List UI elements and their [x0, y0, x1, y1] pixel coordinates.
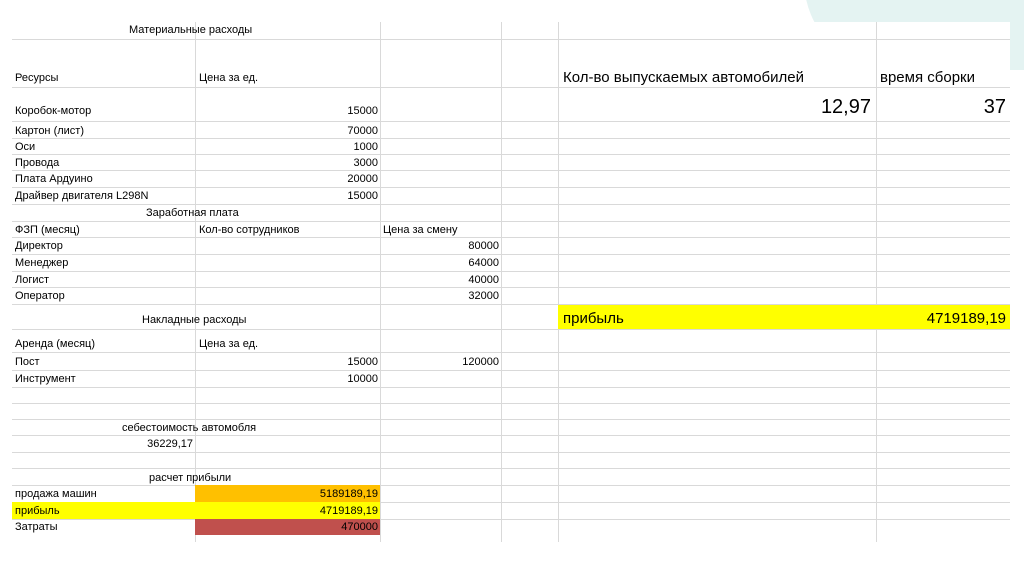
profit-value-right: 4719189,19 [926, 310, 1006, 327]
grid-row-line [12, 370, 1010, 371]
salary-value: 40000 [468, 274, 499, 286]
grid-row-line [12, 419, 1010, 420]
material-price: 15000 [347, 190, 378, 202]
salary-title: Заработная плата [146, 207, 239, 219]
material-price: 70000 [347, 125, 378, 137]
grid-row-line [12, 121, 1010, 122]
grid-column-line [195, 22, 196, 542]
profit-calc-value: 5189189,19 [319, 488, 378, 500]
overhead-extra: 120000 [462, 356, 499, 368]
overhead-price: 15000 [347, 356, 378, 368]
material-price: 1000 [353, 141, 378, 153]
profit-calc-value: 470000 [341, 521, 378, 533]
grid-row-line [12, 39, 1010, 40]
cars-count-label: Кол-во выпускаемых автомобилей [563, 69, 804, 86]
salary-name: Директор [15, 240, 63, 252]
grid-row-line [12, 435, 1010, 436]
grid-row-line [12, 468, 1010, 469]
grid-row-line [12, 352, 1010, 353]
salary-name: Оператор [15, 290, 65, 302]
col-resources: Ресурсы [15, 72, 59, 84]
salary-name: Менеджер [15, 257, 69, 269]
grid-row-line [12, 170, 1010, 171]
grid-row-line [12, 187, 1010, 188]
grid-row-line [12, 254, 1010, 255]
grid-row-line [12, 87, 1010, 88]
grid-column-line [558, 22, 559, 542]
col-fzp: ФЗП (месяц) [15, 224, 80, 236]
profit-label-right: прибыль [563, 310, 624, 327]
material-name: Драйвер двигателя L298N [15, 190, 149, 202]
grid-column-line [380, 22, 381, 542]
assembly-time-label: время сборки [880, 69, 975, 86]
salary-value: 64000 [468, 257, 499, 269]
assembly-time-value: 37 [983, 96, 1006, 118]
grid-row-line [12, 387, 1010, 388]
col-rent: Аренда (месяц) [15, 338, 96, 350]
salary-value: 80000 [468, 240, 499, 252]
grid-row-line [12, 403, 1010, 404]
grid-row-line [12, 519, 1010, 520]
profit-calc-value: 4719189,19 [319, 505, 378, 517]
material-name: Провода [15, 157, 60, 169]
material-price: 15000 [347, 105, 378, 117]
cars-count-value: 12,97 [820, 96, 871, 118]
salary-name: Логист [15, 274, 50, 286]
grid-row-line [12, 452, 1010, 453]
grid-row-line [12, 287, 1010, 288]
spreadsheet: Материальные расходы Ресурсы Цена за ед.… [12, 22, 1010, 542]
col-employee-count: Кол-во сотрудников [199, 224, 300, 236]
grid-row-line [12, 138, 1010, 139]
grid-column-line [501, 22, 502, 542]
grid-row-line [12, 271, 1010, 272]
col-shift-price: Цена за смену [383, 224, 458, 236]
grid-row-line [12, 329, 1010, 330]
overhead-name: Инструмент [15, 373, 76, 385]
grid-row-line [12, 204, 1010, 205]
col-price: Цена за ед. [199, 72, 259, 84]
material-name: Плата Ардуино [15, 173, 93, 185]
materials-title: Материальные расходы [129, 24, 253, 36]
overhead-title: Накладные расходы [142, 314, 247, 326]
material-price: 3000 [353, 157, 378, 169]
profit-calc-name: продажа машин [15, 488, 97, 500]
grid-row-line [12, 221, 1010, 222]
material-price: 20000 [347, 173, 378, 185]
profit-calc-title: расчет прибыли [149, 472, 232, 484]
cost-title: себестоимость автомобля [122, 422, 257, 434]
grid-row-line [12, 154, 1010, 155]
profit-calc-name: прибыль [15, 505, 60, 517]
material-name: Оси [15, 141, 36, 153]
material-name: Картон (лист) [15, 125, 84, 137]
material-name: Коробок-мотор [15, 105, 92, 117]
grid-row-line [12, 237, 1010, 238]
salary-value: 32000 [468, 290, 499, 302]
overhead-price: 10000 [347, 373, 378, 385]
cost-value: 36229,17 [147, 438, 193, 450]
overhead-name: Пост [15, 356, 40, 368]
grid-column-line [876, 22, 877, 542]
profit-calc-name: Затраты [15, 521, 58, 533]
grid-row-line [12, 485, 1010, 486]
col-overhead-price: Цена за ед. [199, 338, 259, 350]
